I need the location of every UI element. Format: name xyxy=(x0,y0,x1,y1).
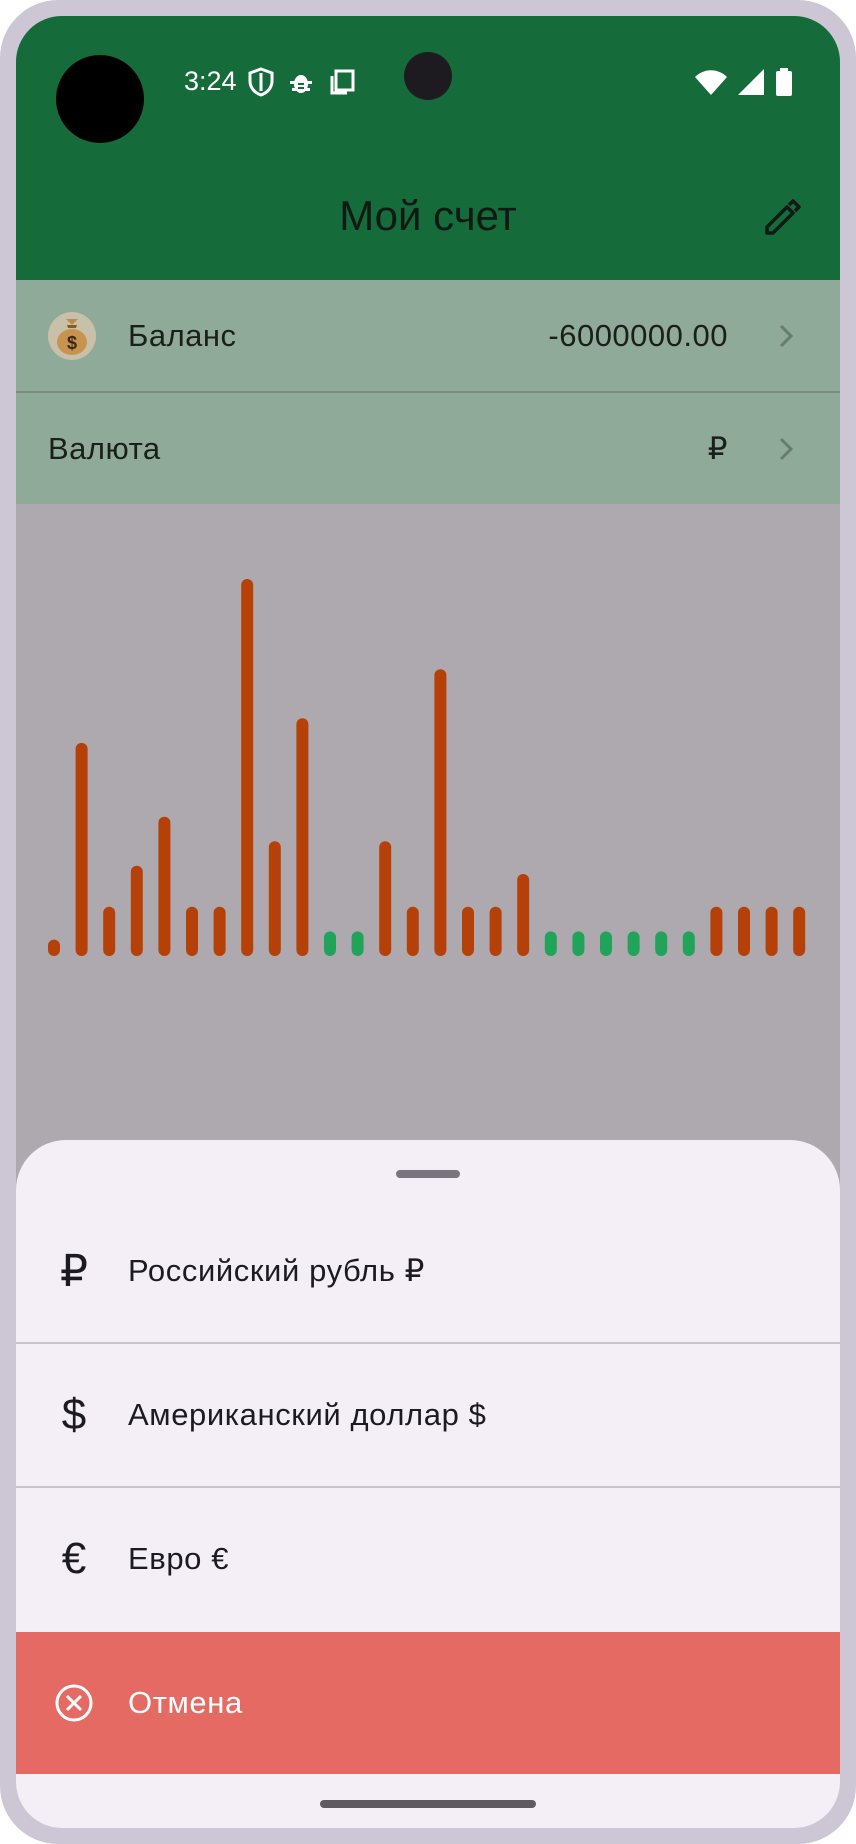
cancel-circle-icon xyxy=(48,1677,100,1729)
balance-row[interactable]: $ Баланс -6000000.00 xyxy=(16,280,840,393)
currency-value: ₽ xyxy=(707,430,728,466)
chart-bar xyxy=(296,718,309,956)
chart-bar xyxy=(765,906,778,956)
chart-bar xyxy=(379,841,392,956)
chart-bar xyxy=(544,931,557,956)
chart-bar xyxy=(48,939,60,956)
battery-icon xyxy=(774,67,794,102)
camera-cutout xyxy=(56,55,144,143)
device-frame: 3:24 Мой счет $ Баланс -6000000.00 Валют… xyxy=(0,0,856,1844)
chart-bar xyxy=(213,906,226,956)
cancel-button[interactable]: Отмена xyxy=(16,1632,840,1774)
chart-bar xyxy=(324,931,336,956)
status-icons-right xyxy=(694,67,794,102)
ruble-icon: ₽ xyxy=(60,1246,88,1296)
currency-option-eur[interactable]: € Евро € xyxy=(16,1488,840,1630)
chart-bar xyxy=(130,865,143,956)
page-title: Мой счет xyxy=(339,192,517,239)
chart-bar xyxy=(434,669,447,956)
chart-bar xyxy=(75,742,88,956)
currency-bottom-sheet: ₽ Российский рубль ₽ $ Американский долл… xyxy=(16,1140,840,1828)
chart-bar xyxy=(655,931,668,956)
pencil-icon xyxy=(761,197,801,242)
euro-icon: € xyxy=(61,1534,87,1583)
copy-icon xyxy=(328,68,356,101)
chart-bar xyxy=(710,906,723,956)
chart-bar xyxy=(186,906,198,956)
signal-icon xyxy=(736,68,766,101)
chart-bar xyxy=(103,906,116,956)
chevron-right-icon xyxy=(772,435,800,463)
wifi-icon xyxy=(694,68,728,101)
chart-bar xyxy=(351,931,364,956)
dollar-icon: $ xyxy=(61,1390,87,1439)
chart-bar xyxy=(462,906,474,956)
chart-bar xyxy=(572,931,585,956)
chart-bar xyxy=(682,931,695,956)
cancel-label: Отмена xyxy=(128,1685,243,1720)
currency-option-label: Американский доллар $ xyxy=(128,1397,487,1432)
currency-option-label: Российский рубль ₽ xyxy=(128,1253,425,1288)
chart-bar xyxy=(489,906,502,956)
chart-bar xyxy=(793,906,806,956)
chart-bar xyxy=(406,906,419,956)
balance-value: -6000000.00 xyxy=(548,317,728,353)
chart-bar xyxy=(627,931,640,956)
bug-icon xyxy=(288,69,314,100)
currency-option-usd[interactable]: $ Американский доллар $ xyxy=(16,1344,840,1488)
currency-row[interactable]: Валюта ₽ xyxy=(16,393,840,504)
currency-label: Валюта xyxy=(48,430,161,466)
chart-bar xyxy=(600,931,612,956)
drag-handle[interactable] xyxy=(396,1170,460,1178)
status-time: 3:24 xyxy=(184,66,237,96)
svg-text:$: $ xyxy=(67,333,77,353)
app-bar: 3:24 Мой счет xyxy=(16,16,840,280)
money-bag-icon: $ xyxy=(48,311,96,360)
currency-option-rub[interactable]: ₽ Российский рубль ₽ xyxy=(16,1200,840,1344)
shield-icon xyxy=(248,66,274,102)
chart-bar xyxy=(738,906,750,956)
currency-option-label: Евро € xyxy=(128,1541,230,1576)
chart-bar xyxy=(158,816,171,956)
balance-label: Баланс xyxy=(128,317,237,353)
chevron-right-icon xyxy=(772,322,800,350)
home-indicator[interactable] xyxy=(320,1800,536,1808)
chart-bar xyxy=(268,841,281,956)
screen: 3:24 Мой счет $ Баланс -6000000.00 Валют… xyxy=(16,16,840,1828)
chart-bar xyxy=(517,874,530,956)
front-camera xyxy=(404,52,452,100)
status-icons-left xyxy=(248,66,356,102)
edit-button[interactable] xyxy=(756,194,806,244)
transactions-bar-chart: 01.0214.0128.02 xyxy=(48,579,806,956)
chart-bar xyxy=(241,579,254,956)
